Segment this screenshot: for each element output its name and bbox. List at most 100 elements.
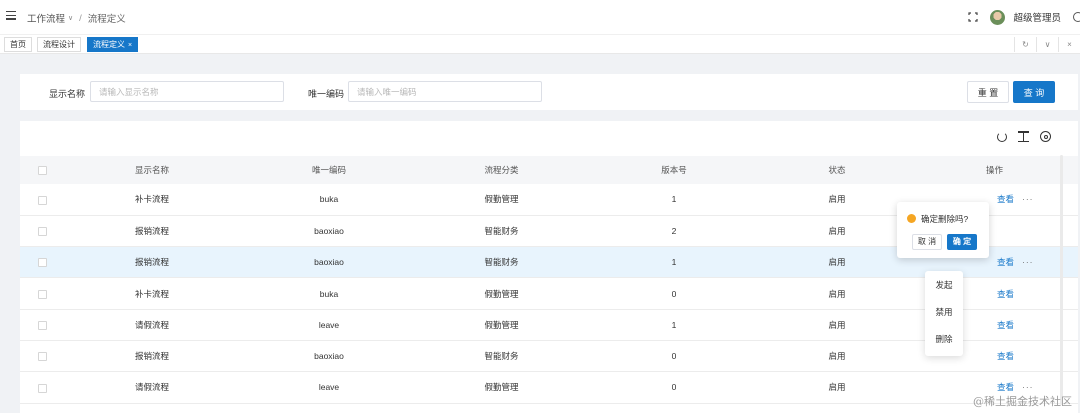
column-header: 唯一编码: [311, 165, 346, 175]
reset-button[interactable]: 重 置: [967, 81, 1009, 103]
name-search-input[interactable]: [90, 81, 284, 102]
table-scrollbar[interactable]: [1060, 155, 1063, 405]
menu-fold-icon[interactable]: [6, 11, 16, 21]
cell-name: 请假流程: [134, 382, 169, 393]
tabs-tools: ↻ ∨ ×: [1014, 37, 1080, 52]
column-header: 操作: [985, 165, 1003, 175]
cell-code: buka: [319, 288, 339, 299]
cell-name: 请假流程: [134, 319, 169, 330]
tab-home[interactable]: 首页: [4, 37, 32, 52]
more-actions-dropdown: 发起 禁用 删除: [925, 271, 963, 356]
chevron-down-icon[interactable]: ∨: [68, 14, 73, 22]
cell-code: buka: [319, 194, 339, 205]
cell-status: 启用: [828, 225, 846, 236]
column-header: 状态: [828, 165, 846, 175]
view-link[interactable]: 查看: [997, 320, 1014, 330]
cell-status: 启用: [828, 319, 846, 330]
cell-name: 报销流程: [134, 351, 169, 362]
confirm-button[interactable]: 确 定: [947, 234, 977, 250]
cell-category: 假勤管理: [484, 194, 519, 205]
menu-item-disable[interactable]: 禁用: [925, 299, 963, 325]
close-icon[interactable]: ×: [128, 42, 132, 49]
row-checkbox[interactable]: [37, 227, 47, 237]
view-link[interactable]: 查看: [997, 194, 1014, 204]
close-all-icon[interactable]: ×: [1058, 37, 1080, 52]
cell-version: 1: [671, 194, 677, 205]
cell-category: 智能财务: [484, 257, 519, 268]
settings-gear-icon[interactable]: [1073, 12, 1080, 22]
refresh-tab-icon[interactable]: ↻: [1014, 37, 1036, 52]
cell-code: leave: [318, 319, 340, 330]
delete-popconfirm: 确定删除吗? 取 消 确 定: [897, 202, 989, 258]
table-row: 请假流程 leave 假勤管理 0 启用 查看 ···: [20, 372, 1078, 404]
cell-status: 启用: [828, 351, 846, 362]
view-link[interactable]: 查看: [997, 257, 1014, 267]
menu-item-delete[interactable]: 删除: [925, 326, 963, 352]
tab-label: 首页: [10, 40, 26, 49]
select-all-checkbox[interactable]: [37, 166, 47, 176]
menu-item-start[interactable]: 发起: [925, 272, 963, 298]
cell-version: 0: [671, 382, 677, 393]
chevron-down-icon[interactable]: ∨: [1036, 37, 1058, 52]
breadcrumb-item-definition: 流程定义: [87, 14, 126, 25]
table-header-row: 显示名称 唯一编码 流程分类 版本号 状态 操作: [20, 156, 1078, 184]
cell-version: 1: [671, 319, 677, 330]
tab-label: 流程定义: [93, 40, 125, 49]
table-panel: 显示名称 唯一编码 流程分类 版本号 状态 操作 补卡流程 buka 假勤管理 …: [20, 121, 1078, 413]
view-link[interactable]: 查看: [997, 382, 1014, 392]
column-height-icon[interactable]: [1017, 130, 1030, 143]
column-settings-icon[interactable]: [1040, 131, 1051, 142]
row-checkbox[interactable]: [37, 383, 47, 393]
cell-version: 1: [671, 257, 677, 268]
cell-name: 补卡流程: [134, 288, 169, 299]
table-row: 报销流程 baoxiao 智能财务 0 启用 查看: [20, 340, 1078, 372]
cell-code: baoxiao: [314, 351, 344, 362]
table-row: 请假流程 leave 假勤管理 1 启用 查看: [20, 309, 1078, 341]
top-header: 工作流程 ∨ / 流程定义 超级管理员: [0, 0, 1080, 34]
popconfirm-message: 确定删除吗?: [921, 214, 969, 224]
code-label: 唯一编码: [308, 89, 345, 99]
more-actions-icon[interactable]: ···: [1022, 257, 1034, 267]
breadcrumb-item-workflow[interactable]: 工作流程: [27, 11, 65, 25]
code-search-input[interactable]: [348, 81, 542, 102]
cell-status: 启用: [828, 257, 846, 268]
tab-label: 流程设计: [43, 40, 75, 49]
row-checkbox[interactable]: [37, 320, 47, 330]
column-header: 流程分类: [484, 165, 519, 175]
cell-name: 报销流程: [134, 225, 169, 236]
warning-icon: [907, 214, 916, 223]
more-actions-icon[interactable]: ···: [1022, 194, 1034, 204]
breadcrumb-separator: /: [79, 12, 82, 24]
query-button[interactable]: 查 询: [1013, 81, 1055, 103]
row-checkbox[interactable]: [37, 289, 47, 299]
cell-code: baoxiao: [314, 257, 344, 268]
breadcrumb: 工作流程 ∨ / 流程定义: [27, 11, 126, 26]
cell-category: 假勤管理: [484, 288, 519, 299]
row-checkbox[interactable]: [37, 195, 47, 205]
tab-process-definition[interactable]: 流程定义 ×: [87, 37, 139, 52]
cancel-button[interactable]: 取 消: [912, 234, 942, 250]
view-link[interactable]: 查看: [997, 289, 1014, 299]
cell-status: 启用: [828, 194, 846, 205]
table-toolbar: [987, 130, 1051, 143]
view-link[interactable]: 查看: [997, 351, 1014, 361]
cell-name: 报销流程: [134, 257, 169, 268]
tab-process-design[interactable]: 流程设计: [37, 37, 81, 52]
fullscreen-icon[interactable]: [968, 12, 979, 22]
process-table: 显示名称 唯一编码 流程分类 版本号 状态 操作 补卡流程 buka 假勤管理 …: [20, 156, 1078, 404]
cell-category: 假勤管理: [484, 319, 519, 330]
username[interactable]: 超级管理员: [1013, 10, 1061, 24]
more-actions-icon[interactable]: ···: [1022, 382, 1034, 392]
select-all-checkbox-cell: [20, 156, 64, 184]
avatar[interactable]: [990, 9, 1006, 25]
cell-code: baoxiao: [314, 225, 344, 236]
refresh-icon[interactable]: [997, 131, 1007, 142]
name-label: 显示名称: [49, 89, 86, 99]
cell-code: leave: [318, 382, 340, 393]
cell-category: 智能财务: [484, 351, 519, 362]
tabs-bar: 首页 流程设计 流程定义 × ↻ ∨ ×: [0, 34, 1080, 54]
row-checkbox[interactable]: [37, 352, 47, 362]
column-header: 显示名称: [134, 165, 169, 175]
row-checkbox[interactable]: [37, 258, 47, 268]
cell-version: 0: [671, 288, 677, 299]
